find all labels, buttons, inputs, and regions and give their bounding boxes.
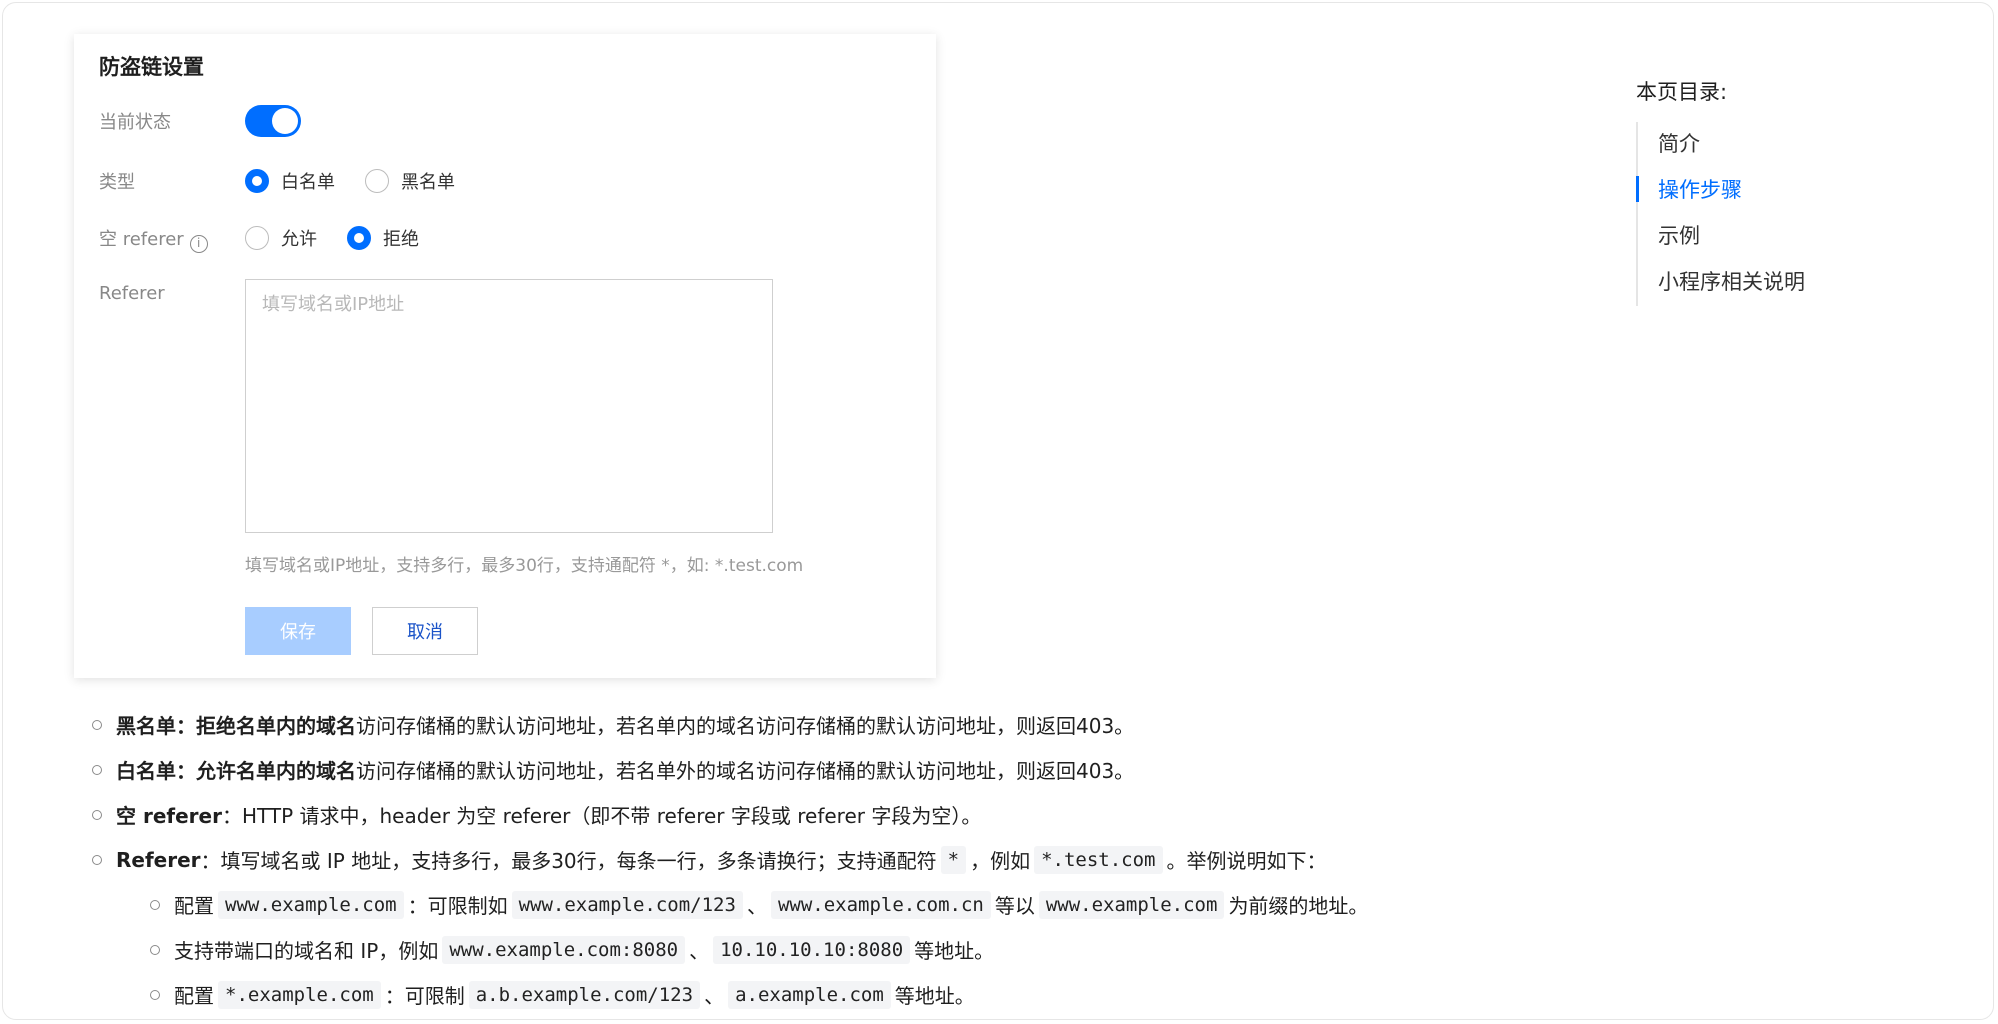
toc-item-miniprogram[interactable]: 小程序相关说明: [1658, 266, 1805, 296]
term-sep: ：: [176, 714, 196, 738]
radio-unchecked-icon: [245, 226, 269, 250]
cancel-button[interactable]: 取消: [372, 607, 478, 655]
sub-item-prefix: 配置 www.example.com ：可限制如 www.example.com/12…: [150, 890, 1368, 919]
bullet-icon: [150, 989, 160, 1000]
code: www.example.com/123: [511, 890, 743, 919]
toc-item-example[interactable]: 示例: [1658, 220, 1700, 250]
sub-item-wildcard: 配置 *.example.com ：可限制 a.b.example.com/123、 a…: [150, 980, 975, 1009]
term: 白名单: [116, 759, 176, 783]
desc: 支持带端口的域名和 IP，例如: [174, 939, 439, 963]
desc: ：可限制如: [407, 894, 508, 918]
desc: 。举例说明如下：: [1166, 849, 1327, 873]
toc-item-steps[interactable]: 操作步骤: [1658, 174, 1742, 204]
status-toggle[interactable]: [245, 105, 301, 137]
desc: 、: [746, 894, 767, 918]
desc: ：可限制: [384, 984, 465, 1008]
list-item-referer: Referer ：填写域名或 IP 地址，支持多行，最多30行，每条一行，多条请换…: [92, 845, 1327, 874]
code: www.example.com.cn: [770, 890, 991, 919]
list-item-blacklist: 黑名单：拒绝名单内的域名 访问存储桶的默认访问地址，若名单内的域名访问存储桶的默认…: [92, 710, 1134, 739]
type-label: 类型: [99, 172, 135, 193]
status-label: 当前状态: [99, 112, 171, 133]
desc: ：填写域名或 IP 地址，支持多行，最多30行，每条一行，多条请换行；支持通配符: [200, 849, 937, 873]
referer-textarea[interactable]: [245, 279, 773, 533]
code: www.example.com: [1038, 890, 1225, 919]
bullet-icon: [150, 899, 160, 910]
desc: 访问存储桶的默认访问地址，若名单内的域名访问存储桶的默认访问地址，则返回403。: [356, 714, 1135, 738]
empty-referer-label: 空 referer i: [99, 225, 208, 253]
bullet-icon: [92, 854, 102, 865]
code: 10.10.10.10:8080: [713, 935, 911, 964]
term-sep: ：: [176, 759, 196, 783]
radio-label: 黑名单: [401, 172, 455, 193]
desc: 访问存储桶的默认访问地址，若名单外的域名访问存储桶的默认访问地址，则返回403。: [356, 759, 1135, 783]
toc-active-marker: [1636, 176, 1639, 202]
radio-label: 允许: [281, 229, 317, 250]
info-icon[interactable]: i: [189, 235, 208, 253]
radio-checked-icon: [245, 169, 269, 193]
list-item-empty-referer: 空 referer ：HTTP 请求中，header 为空 referer（即不带…: [92, 800, 981, 829]
desc: 配置: [174, 894, 214, 918]
radio-blacklist[interactable]: 黑名单: [365, 168, 455, 194]
radio-unchecked-icon: [365, 169, 389, 193]
list-item-whitelist: 白名单：允许名单内的域名 访问存储桶的默认访问地址，若名单外的域名访问存储桶的默认…: [92, 755, 1134, 784]
toc-item-intro[interactable]: 简介: [1658, 128, 1700, 158]
desc: 、: [689, 939, 710, 963]
radio-whitelist[interactable]: 白名单: [245, 168, 335, 194]
panel-title: 防盗链设置: [99, 55, 204, 79]
code: a.example.com: [728, 980, 891, 1009]
term: Referer: [116, 847, 201, 872]
referer-hint: 填写域名或IP地址，支持多行，最多30行，支持通配符 *，如: *.test.c…: [245, 556, 804, 576]
term: 空 referer: [116, 804, 222, 828]
type-radio-group: 白名单 黑名单: [245, 168, 485, 194]
code: www.example.com:8080: [442, 935, 686, 964]
desc: 为前缀的地址。: [1228, 894, 1369, 918]
term: 黑名单: [116, 714, 176, 738]
desc: ：HTTP 请求中，header 为空 referer（即不带 referer …: [221, 804, 982, 828]
emphasis: 拒绝名单内的域名: [196, 714, 356, 738]
code: www.example.com: [218, 890, 404, 919]
code: *.example.com: [218, 980, 381, 1009]
radio-deny[interactable]: 拒绝: [347, 225, 419, 251]
bullet-icon: [92, 764, 102, 775]
referer-label: Referer: [99, 283, 165, 304]
code-wildcard: *: [940, 845, 967, 874]
code-example: *.test.com: [1034, 845, 1163, 874]
radio-allow[interactable]: 允许: [245, 225, 317, 251]
radio-checked-icon: [347, 226, 371, 250]
desc: 配置: [174, 984, 214, 1008]
desc: 等地址。: [914, 939, 995, 963]
toc-title: 本页目录:: [1636, 80, 1728, 104]
radio-label: 拒绝: [383, 229, 419, 250]
emphasis: 允许名单内的域名: [196, 759, 356, 783]
radio-label: 白名单: [281, 172, 335, 193]
empty-referer-radio-group: 允许 拒绝: [245, 225, 449, 251]
bullet-icon: [92, 809, 102, 820]
toggle-knob: [272, 108, 298, 134]
toc-nav: 简介 操作步骤 示例 小程序相关说明: [1636, 122, 1858, 306]
desc: 等以: [994, 894, 1035, 918]
sub-item-port: 支持带端口的域名和 IP，例如 www.example.com:8080、 10.1…: [150, 935, 994, 964]
desc: 等地址。: [894, 984, 975, 1008]
empty-referer-label-text: 空 referer: [99, 229, 184, 250]
desc: 、: [704, 984, 725, 1008]
code: a.b.example.com/123: [468, 980, 701, 1009]
bullet-icon: [150, 944, 160, 955]
anti-leech-settings-panel: 防盗链设置 当前状态 类型 白名单 黑名单 空 referer i 允许 拒绝 R…: [74, 34, 936, 678]
save-button[interactable]: 保存: [245, 607, 351, 655]
desc: ，例如: [970, 849, 1031, 873]
bullet-icon: [92, 719, 102, 730]
